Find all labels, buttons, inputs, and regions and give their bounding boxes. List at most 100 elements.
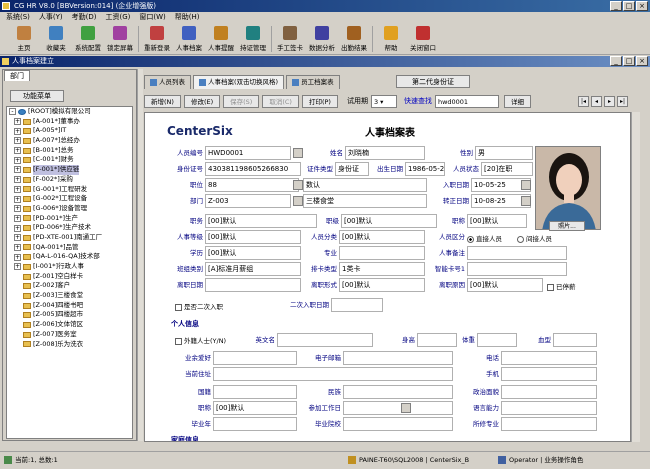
name-field[interactable]: 刘晓楠	[345, 146, 425, 160]
expand-toggle-icon[interactable]: +	[14, 243, 21, 251]
cert-field[interactable]: 身份证	[335, 162, 369, 176]
menu-item-5[interactable]: 帮助(H)	[175, 12, 200, 23]
photo-button[interactable]: 照片...	[549, 221, 585, 231]
tree-node[interactable]: + [G-001*]工程研发	[7, 185, 132, 195]
tree-node[interactable]: + [QA-001*]品管	[7, 243, 132, 253]
title-field[interactable]: [00]默认	[467, 214, 527, 228]
maximize-icon[interactable]: □	[623, 1, 635, 11]
first-record-icon[interactable]: |◂	[578, 96, 589, 107]
tree-node[interactable]: + [A-007*]总经办	[7, 136, 132, 146]
child-close-icon[interactable]: ×	[636, 56, 648, 66]
leave-reason-field[interactable]: [00]默认	[467, 278, 543, 292]
child-restore-icon[interactable]: □	[623, 56, 635, 66]
expand-toggle-icon[interactable]: +	[14, 176, 21, 184]
tree-node[interactable]: [Z-005]四楼超市	[7, 310, 132, 320]
expand-toggle-icon[interactable]: +	[14, 263, 21, 271]
panel-splitter[interactable]	[137, 69, 143, 441]
sex-field[interactable]: 男	[475, 146, 533, 160]
tree-node[interactable]: [Z-002]客户	[7, 281, 132, 291]
job-title-field[interactable]: [00]默认	[213, 401, 297, 415]
expand-toggle-icon[interactable]: +	[14, 253, 21, 261]
hire-date-picker-icon[interactable]	[521, 180, 531, 190]
tree-node[interactable]: + [PD-001*]生产	[7, 214, 132, 224]
expand-toggle-icon[interactable]: +	[14, 214, 21, 222]
work-date-picker-icon[interactable]	[401, 403, 411, 413]
toolbar-button-7[interactable]: 持证管理	[237, 23, 269, 55]
quick-search-input[interactable]: hwd0001	[434, 94, 499, 108]
checkbox-icon[interactable]	[175, 337, 182, 345]
close-icon[interactable]: ×	[636, 1, 648, 11]
ethnic-field[interactable]	[343, 385, 453, 399]
tree-node[interactable]: [Z-004]四楼书吧	[7, 301, 132, 311]
smart-card-field[interactable]	[467, 262, 567, 276]
foreign-checkbox[interactable]: 外籍人士(Y/N)	[175, 335, 226, 345]
expand-toggle-icon[interactable]: +	[14, 156, 21, 164]
tree-node[interactable]: + [PD-XTE-001]南通工厂	[7, 233, 132, 243]
tree-node[interactable]: [Z-003]三楼食堂	[7, 291, 132, 301]
next-record-icon[interactable]: ▸	[604, 96, 615, 107]
new-button[interactable]: 新增(N)	[144, 94, 181, 108]
education-field[interactable]: [00]默认	[205, 246, 301, 260]
tree-node[interactable]: [Z-007]医务室	[7, 330, 132, 340]
grad-year-field[interactable]	[213, 417, 297, 431]
record-tab-1[interactable]: 人事档案(双击切换风格)	[193, 75, 285, 89]
toolbar-button-10[interactable]: 出勤结果	[338, 23, 370, 55]
cancel-button[interactable]: 取消(C)	[262, 94, 299, 108]
menu-item-1[interactable]: 人事(Y)	[39, 12, 63, 23]
tree-node[interactable]: + [C-001*]财务	[7, 155, 132, 165]
mobile-field[interactable]	[501, 367, 597, 381]
second-hire-checkbox[interactable]: 是否二次入职	[175, 301, 223, 311]
tree-node[interactable]: + [QA-L-016-QA]技术部	[7, 252, 132, 262]
tree-node[interactable]: [Z-008]乐为洗衣	[7, 340, 132, 350]
detail-button[interactable]: 详细	[503, 94, 531, 108]
note-field[interactable]	[467, 246, 567, 260]
leave-type-field[interactable]: [00]默认	[339, 278, 425, 292]
expand-toggle-icon[interactable]: +	[14, 224, 21, 232]
school-field[interactable]	[343, 417, 453, 431]
expand-toggle-icon[interactable]: +	[14, 185, 21, 193]
expand-toggle-icon[interactable]: +	[14, 118, 21, 126]
position-lookup-icon[interactable]	[293, 180, 303, 190]
english-name-field[interactable]	[277, 333, 373, 347]
expand-toggle-icon[interactable]: +	[14, 195, 21, 203]
tab-department[interactable]: 部门	[4, 70, 30, 81]
toolbar-button-3[interactable]: 锁定屏幕	[104, 23, 136, 55]
number-field[interactable]: 数认	[303, 178, 427, 192]
tree-node[interactable]: [Z-006]文体馆区	[7, 320, 132, 330]
last-record-icon[interactable]: ▸|	[617, 96, 628, 107]
toolbar-button-11[interactable]: 帮助	[375, 23, 407, 55]
toolbar-button-8[interactable]: 手工签卡	[274, 23, 306, 55]
shift-field[interactable]: [A]标准月薪组	[205, 262, 301, 276]
radio-icon[interactable]	[517, 235, 524, 243]
email-field[interactable]	[343, 351, 453, 365]
toolbar-button-9[interactable]: 数据分析	[306, 23, 338, 55]
position-field[interactable]: 88	[205, 178, 299, 192]
toolbar-button-1[interactable]: 收藏夹	[40, 23, 72, 55]
expand-toggle-icon[interactable]: +	[14, 137, 21, 145]
tree-node[interactable]: - [ROOT]模拟有限公司	[7, 107, 132, 117]
level-field[interactable]: [00]默认	[205, 230, 301, 244]
tree-node[interactable]: + [A-001*]董事办	[7, 117, 132, 127]
stop-pay-checkbox[interactable]: 已停薪	[547, 281, 576, 291]
major-field[interactable]	[339, 246, 425, 260]
prev-record-icon[interactable]: ◂	[591, 96, 602, 107]
party-field[interactable]	[501, 385, 597, 399]
department-name-field[interactable]: 三楼食堂	[303, 194, 427, 208]
tree-node[interactable]: + [F-002*]采购	[7, 175, 132, 185]
leave-date-field[interactable]	[205, 278, 301, 292]
toolbar-button-2[interactable]: 系统配置	[72, 23, 104, 55]
edit-button[interactable]: 修改(E)	[183, 94, 221, 108]
id-field[interactable]: 430381198605266830	[205, 162, 301, 176]
save-button[interactable]: 保存(S)	[223, 94, 260, 108]
form-scrollbar[interactable]	[631, 112, 640, 442]
child-minimize-icon[interactable]: _	[610, 56, 622, 66]
second-hire-date-field[interactable]	[331, 298, 383, 312]
duty-field[interactable]: [00]默认	[205, 214, 317, 228]
function-menu-button[interactable]: 功能菜单	[10, 90, 64, 102]
expand-toggle-icon[interactable]: +	[14, 234, 21, 242]
menu-item-3[interactable]: 工资(G)	[106, 12, 131, 23]
work-date-field[interactable]	[343, 401, 453, 415]
expand-toggle-icon[interactable]: +	[14, 147, 21, 155]
indirect-radio[interactable]: 间接人员	[517, 233, 552, 243]
record-tab-0[interactable]: 人员列表	[144, 75, 191, 89]
